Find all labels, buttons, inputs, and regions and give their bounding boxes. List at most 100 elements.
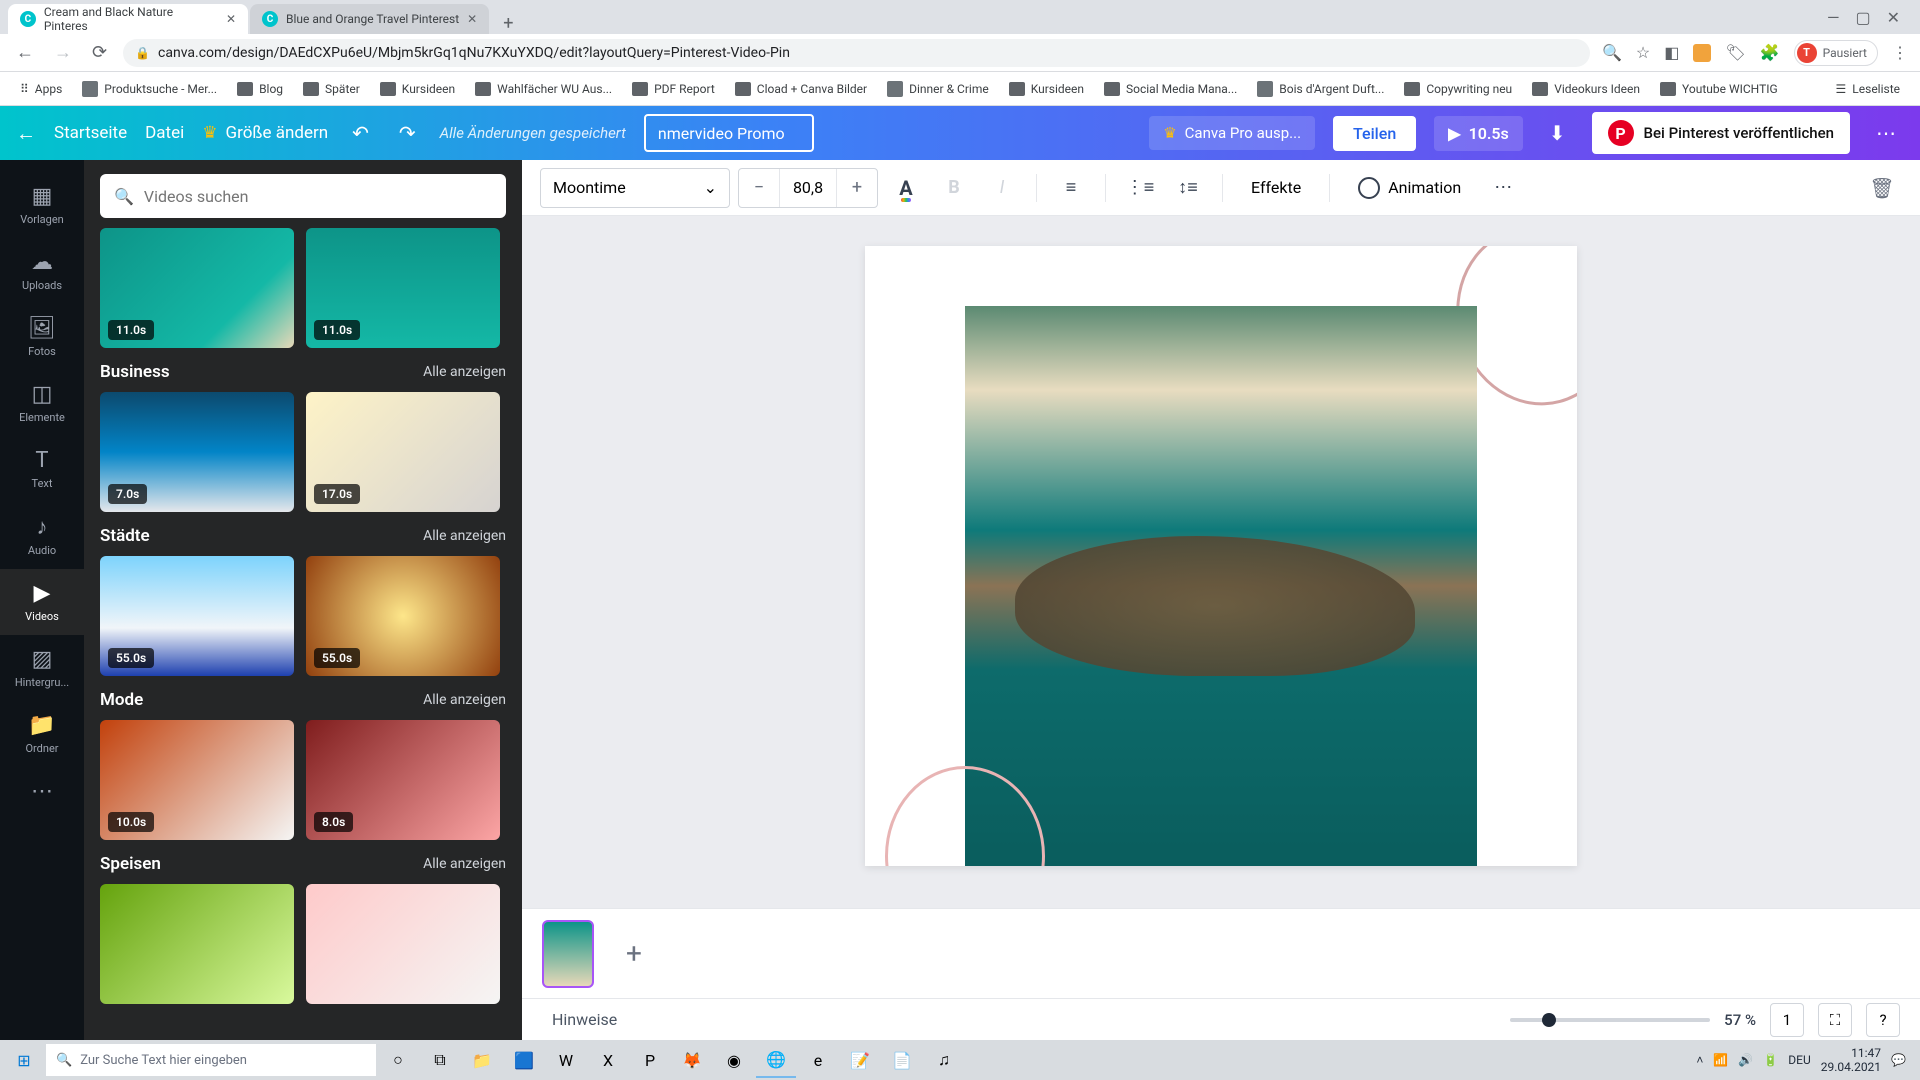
bookmark-item[interactable]: Bois d'Argent Duft... — [1249, 77, 1392, 101]
video-thumb[interactable] — [306, 884, 500, 1004]
spotify-icon[interactable]: ♫ — [924, 1042, 964, 1078]
notes-button[interactable]: Hinweise — [542, 1010, 617, 1029]
bookmark-item[interactable]: Social Media Mana... — [1096, 78, 1245, 100]
rail-folders[interactable]: 📁Ordner — [0, 701, 84, 767]
play-button[interactable]: ▶ 10.5s — [1434, 116, 1523, 151]
browser-tab-inactive[interactable]: C Blue and Orange Travel Pinterest ✕ — [250, 4, 489, 34]
notepad-icon[interactable]: 📝 — [840, 1042, 880, 1078]
page-count-button[interactable]: 1 — [1770, 1003, 1804, 1037]
app-icon[interactable]: 📄 — [882, 1042, 922, 1078]
zoom-slider[interactable] — [1510, 1018, 1710, 1022]
video-thumb[interactable]: 10.0s — [100, 720, 294, 840]
help-icon[interactable]: ? — [1866, 1003, 1900, 1037]
bookmark-item[interactable]: Dinner & Crime — [879, 77, 997, 101]
video-thumb[interactable]: 55.0s — [306, 556, 500, 676]
pinterest-publish-button[interactable]: P Bei Pinterest veröffentlichen — [1592, 112, 1850, 154]
notifications-icon[interactable]: 💬 — [1891, 1053, 1906, 1067]
canva-pro-button[interactable]: ♛ Canva Pro ausp... — [1149, 116, 1315, 150]
apps-button[interactable]: ⠿Apps — [12, 78, 70, 100]
bookmark-item[interactable]: Blog — [229, 78, 291, 100]
video-thumb[interactable] — [100, 884, 294, 1004]
close-icon[interactable]: ✕ — [467, 12, 477, 26]
see-all-link[interactable]: Alle anzeigen — [423, 856, 506, 872]
extension-icon[interactable] — [1693, 44, 1711, 62]
bookmark-item[interactable]: Cload + Canva Bilder — [727, 78, 875, 100]
rail-text[interactable]: TText — [0, 436, 84, 502]
spacing-button[interactable]: ↕≡ — [1168, 168, 1208, 208]
maximize-icon[interactable]: ▢ — [1855, 8, 1870, 27]
windows-search[interactable]: 🔍 Zur Suche Text hier eingeben — [46, 1044, 376, 1076]
video-thumb[interactable]: 8.0s — [306, 720, 500, 840]
more-icon[interactable]: ⋯ — [1868, 113, 1904, 153]
align-button[interactable]: ≡ — [1051, 168, 1091, 208]
undo-icon[interactable]: ↶ — [346, 121, 375, 145]
rail-templates[interactable]: ▦Vorlagen — [0, 172, 84, 238]
font-size-input[interactable]: 80,8 — [779, 169, 837, 207]
video-thumb[interactable]: 11.0s — [100, 228, 294, 348]
qr-icon[interactable]: ◧ — [1664, 43, 1679, 62]
increase-size-button[interactable]: + — [837, 169, 877, 207]
rail-photos[interactable]: 🖼Fotos — [0, 304, 84, 370]
rail-uploads[interactable]: ☁Uploads — [0, 238, 84, 304]
bookmark-item[interactable]: PDF Report — [624, 78, 723, 100]
edge-icon[interactable]: e — [798, 1042, 838, 1078]
obs-icon[interactable]: ◉ — [714, 1042, 754, 1078]
forward-icon[interactable]: → — [50, 38, 76, 67]
menu-icon[interactable]: ⋮ — [1892, 43, 1908, 62]
excel-icon[interactable]: X — [588, 1042, 628, 1078]
close-window-icon[interactable]: ✕ — [1887, 8, 1900, 27]
cortana-icon[interactable]: ○ — [378, 1042, 418, 1078]
address-bar[interactable]: 🔒 canva.com/design/DAEdCXPu6eU/Mbjm5krGq… — [123, 39, 1590, 67]
close-icon[interactable]: ✕ — [226, 12, 236, 26]
bookmark-item[interactable]: Kursideen — [372, 78, 463, 100]
video-search[interactable]: 🔍 — [100, 174, 506, 218]
new-tab-button[interactable]: + — [491, 13, 525, 34]
word-icon[interactable]: W — [546, 1042, 586, 1078]
search-input[interactable] — [144, 187, 492, 206]
volume-icon[interactable]: 🔊 — [1738, 1053, 1753, 1067]
rail-elements[interactable]: ◫Elemente — [0, 370, 84, 436]
rail-videos[interactable]: ▶Videos — [0, 569, 84, 635]
page-thumbnail[interactable] — [542, 920, 594, 988]
effects-button[interactable]: Effekte — [1237, 178, 1315, 197]
zoom-percentage[interactable]: 57 % — [1724, 1011, 1756, 1029]
tray-chevron-icon[interactable]: ˄ — [1696, 1053, 1703, 1067]
fullscreen-icon[interactable]: ⛶ — [1818, 1003, 1852, 1037]
zoom-icon[interactable]: 🔍 — [1602, 43, 1622, 62]
reload-icon[interactable]: ⟳ — [88, 38, 111, 67]
bookmark-item[interactable]: Videokurs Ideen — [1524, 78, 1648, 100]
file-menu[interactable]: Datei — [145, 123, 184, 143]
download-icon[interactable]: ⬇ — [1541, 113, 1574, 153]
battery-icon[interactable]: 🔋 — [1763, 1053, 1778, 1067]
extensions-icon[interactable]: 🧩 — [1760, 43, 1780, 62]
delete-icon[interactable]: 🗑 — [1862, 168, 1902, 208]
bookmark-item[interactable]: Wahlfächer WU Aus... — [467, 78, 620, 100]
text-color-button[interactable]: A — [886, 168, 926, 208]
share-button[interactable]: Teilen — [1333, 116, 1416, 151]
bookmark-item[interactable]: Produktsuche - Mer... — [74, 77, 225, 101]
bookmark-item[interactable]: Später — [295, 78, 368, 100]
video-thumb[interactable]: 55.0s — [100, 556, 294, 676]
more-options-icon[interactable]: ⋯ — [1483, 168, 1523, 208]
animation-button[interactable]: Animation — [1344, 177, 1475, 199]
list-button[interactable]: ⋮≡ — [1120, 168, 1160, 208]
home-link[interactable]: Startseite — [54, 123, 127, 143]
video-thumb[interactable]: 17.0s — [306, 392, 500, 512]
design-title-input[interactable] — [644, 114, 814, 152]
powerpoint-icon[interactable]: P — [630, 1042, 670, 1078]
chrome-icon[interactable]: 🌐 — [756, 1042, 796, 1078]
design-canvas[interactable] — [865, 246, 1577, 866]
italic-button[interactable]: I — [982, 168, 1022, 208]
bookmark-item[interactable]: Kursideen — [1001, 78, 1092, 100]
rail-more[interactable]: ⋯ — [0, 767, 84, 816]
task-view-icon[interactable]: ⧉ — [420, 1042, 460, 1078]
browser-tab-active[interactable]: C Cream and Black Nature Pinteres ✕ — [8, 4, 248, 34]
see-all-link[interactable]: Alle anzeigen — [423, 528, 506, 544]
bookmark-item[interactable]: Youtube WICHTIG — [1652, 78, 1786, 100]
rail-audio[interactable]: ♪Audio — [0, 502, 84, 569]
see-all-link[interactable]: Alle anzeigen — [423, 692, 506, 708]
video-thumb[interactable]: 11.0s — [306, 228, 500, 348]
font-selector[interactable]: Moontime ⌄ — [540, 168, 730, 208]
reading-list-button[interactable]: ☰Leseliste — [1828, 78, 1908, 100]
wifi-icon[interactable]: 📶 — [1713, 1053, 1728, 1067]
